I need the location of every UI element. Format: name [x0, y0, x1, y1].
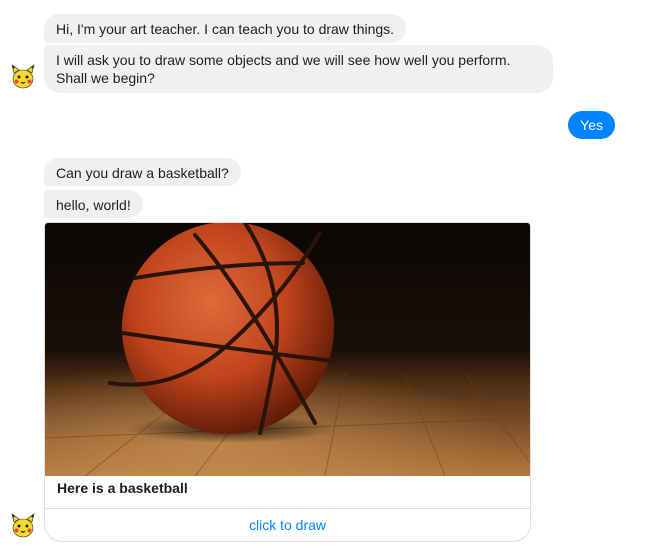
user-reply-yes: Yes — [568, 111, 615, 139]
card-title: Here is a basketball — [57, 480, 188, 496]
basketball-image — [45, 223, 530, 476]
click-to-draw-button[interactable]: click to draw — [45, 509, 530, 541]
basketball-card: Here is a basketball click to draw — [44, 222, 531, 542]
bot-avatar-icon — [11, 64, 35, 89]
bot-message-greeting: Hi, I'm your art teacher. I can teach yo… — [44, 14, 407, 43]
bot-message-hello: hello, world! — [44, 190, 143, 218]
bot-avatar-icon — [11, 513, 35, 538]
bot-message-question: Can you draw a basketball? — [44, 158, 241, 186]
bot-message-intro: I will ask you to draw some objects and … — [44, 45, 553, 93]
